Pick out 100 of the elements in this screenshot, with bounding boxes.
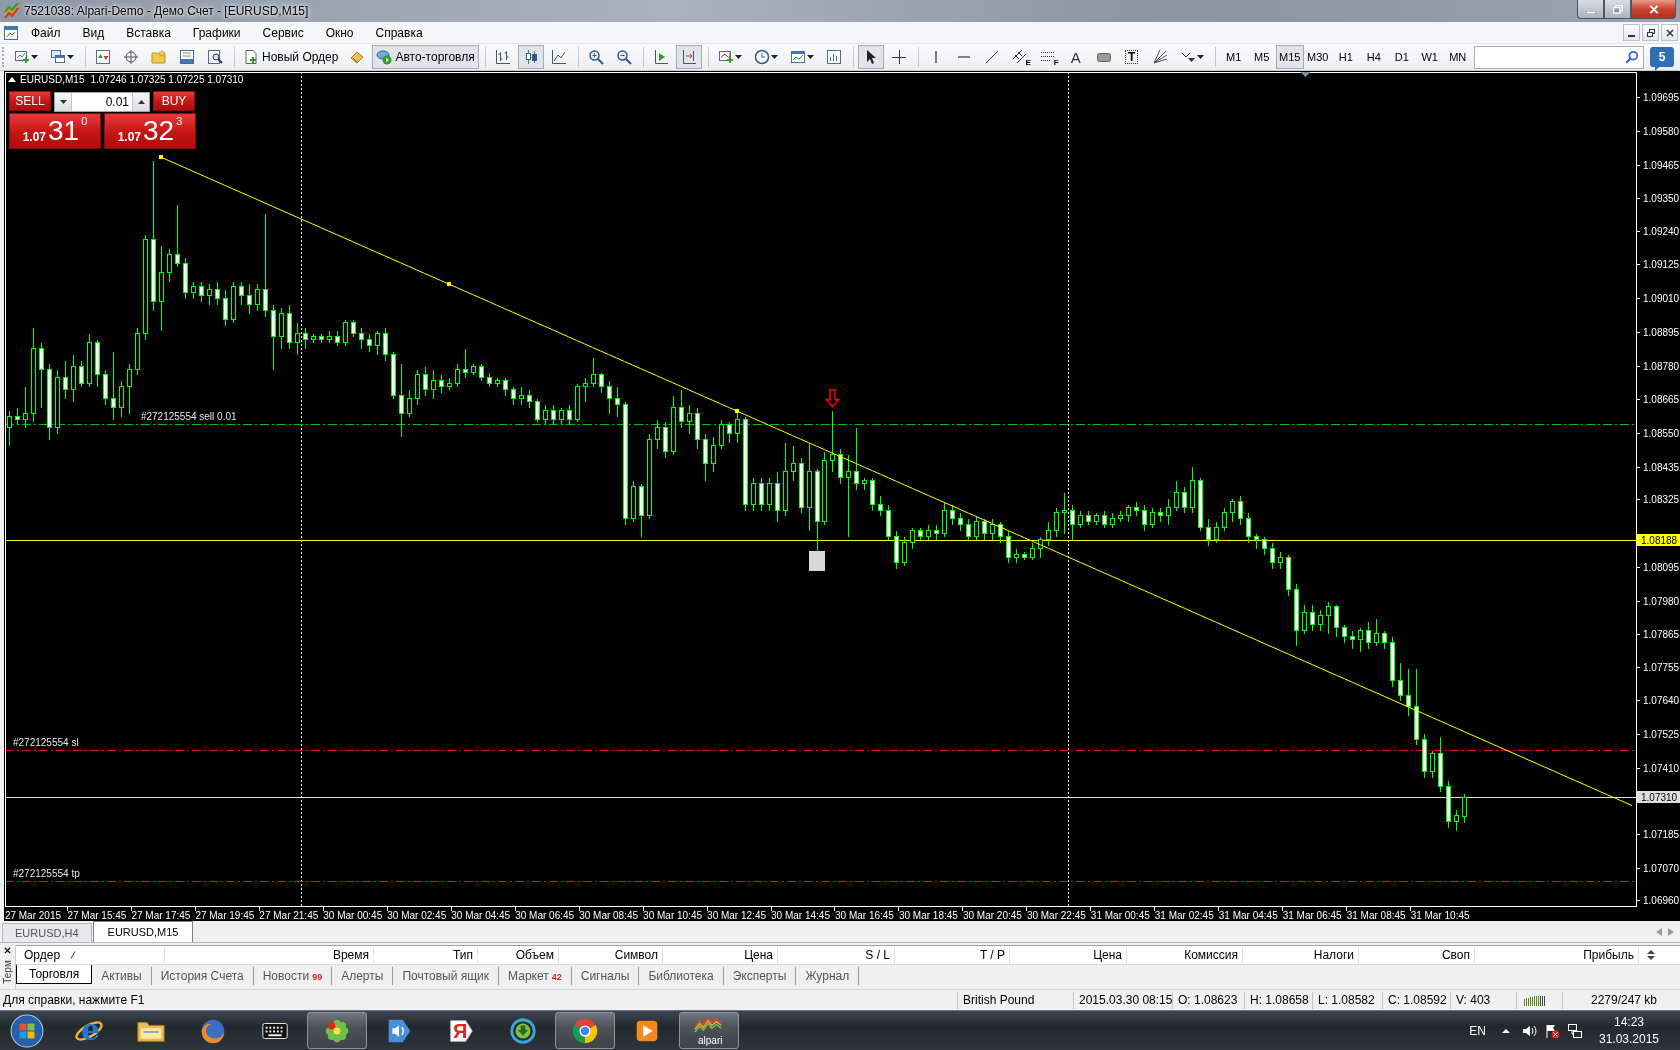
menu-item[interactable]: Графики [184, 23, 249, 42]
decrease-button[interactable] [55, 93, 72, 111]
language-indicator[interactable]: EN [1469, 1023, 1486, 1038]
menu-item[interactable]: Вид [74, 23, 113, 42]
terminal-tab[interactable]: Торговля [16, 965, 93, 984]
menu-item[interactable]: Файл [23, 23, 69, 42]
candle [55, 369, 60, 434]
menu-item[interactable]: Окно [317, 23, 362, 42]
timeframe-button[interactable]: D1 [1387, 45, 1416, 69]
menu-item[interactable]: Сервис [254, 23, 312, 42]
text-label-button[interactable]: T [1118, 45, 1145, 69]
column-header[interactable]: Комиссия [1127, 946, 1243, 964]
anchor-handle[interactable] [159, 155, 163, 159]
terminal-tab[interactable]: Алерты [332, 967, 394, 985]
anchor-handle[interactable] [735, 409, 739, 413]
chart-window-icon[interactable] [3, 24, 19, 41]
taskbar-button[interactable]: alpari [679, 1012, 739, 1049]
order-line[interactable] [4, 424, 1637, 425]
column-header[interactable]: Объем [478, 946, 559, 964]
candle [1030, 542, 1035, 560]
candle [383, 327, 388, 361]
terminal-tab[interactable]: Эксперты [723, 967, 797, 985]
timeframe-button[interactable]: M5 [1247, 45, 1276, 69]
price-axis-label: 1.09240 [1643, 225, 1680, 237]
channel-button[interactable]: E [1006, 45, 1033, 69]
taskbar-button[interactable] [555, 1012, 615, 1049]
search-icon[interactable] [1625, 50, 1639, 64]
network-icon[interactable] [1567, 1022, 1583, 1039]
candle [487, 372, 492, 387]
candle [799, 457, 804, 513]
candle [39, 342, 44, 408]
candle [735, 410, 740, 443]
close-icon[interactable] [4, 947, 11, 954]
column-header[interactable]: Символ [559, 946, 663, 964]
lot-spinner[interactable]: 0.01 [54, 92, 150, 112]
column-header[interactable]: T / P [895, 946, 1010, 964]
timeframe-button[interactable]: H4 [1359, 45, 1388, 69]
minimize-button[interactable] [1577, 0, 1604, 19]
menu-item[interactable]: Вставка [118, 23, 179, 42]
clock-time[interactable]: 14:23 [1614, 1015, 1644, 1029]
column-header[interactable]: Время [165, 946, 374, 964]
child-restore-button[interactable] [1642, 24, 1659, 41]
zigzag-logo-icon [694, 1016, 724, 1033]
column-header[interactable]: Ордер [16, 946, 165, 964]
terminal-tab[interactable]: Журнал [796, 967, 860, 985]
search-field[interactable] [1474, 45, 1644, 69]
taskbar-button[interactable]: Я [431, 1012, 491, 1049]
terminal-tab[interactable]: Активы [92, 967, 152, 985]
help-text: Для справки, нажмите F1 [2, 993, 146, 1007]
text-button[interactable]: A [1062, 45, 1089, 69]
menu-item[interactable]: Справка [367, 23, 431, 42]
clock-date[interactable]: 31.03.2015 [1598, 1032, 1660, 1046]
chart-shift-button[interactable] [675, 45, 702, 69]
scroll-arrows-icon[interactable] [1647, 949, 1655, 961]
timeframe-button[interactable]: W1 [1415, 45, 1444, 69]
terminal-tab[interactable]: Почтовый ящик [393, 967, 500, 985]
candle [551, 404, 556, 425]
timeframe-button[interactable]: MN [1443, 45, 1472, 69]
chart-tab[interactable]: EURUSD,M15 [92, 921, 194, 942]
timeframe-button[interactable]: M1 [1219, 45, 1248, 69]
chart-tab[interactable]: EURUSD,H4 [2, 923, 92, 942]
anchor-handle[interactable] [447, 282, 451, 286]
status-field: 2015.03.30 08:15 [1073, 991, 1172, 1009]
timeframe-button[interactable]: M30 [1303, 45, 1332, 69]
child-close-button[interactable] [1661, 24, 1678, 41]
terminal-tab[interactable]: История Счета [151, 967, 254, 985]
time-axis-label: 31 Mar 00:45 [1090, 910, 1150, 921]
candlestick-chart-button[interactable] [517, 45, 544, 69]
triangle-marker-icon[interactable] [1301, 72, 1310, 77]
new-order-button[interactable]: Новый Ордер [239, 45, 343, 69]
candle [1342, 624, 1347, 643]
column-header[interactable]: Цена [663, 946, 778, 964]
timeframe-button[interactable]: M15 [1275, 45, 1304, 69]
column-header[interactable]: Тип [374, 946, 478, 964]
column-header[interactable]: Прибыль [1475, 946, 1639, 964]
fibonacci-button[interactable]: F [1034, 45, 1061, 69]
sell-button[interactable]: SELL [9, 91, 51, 111]
child-minimize-button[interactable] [1623, 24, 1640, 41]
column-header[interactable]: Своп [1359, 946, 1475, 964]
candle [95, 339, 100, 387]
candle [1118, 510, 1123, 522]
triangle-icon[interactable] [8, 77, 16, 82]
rectangle-marker-icon[interactable] [809, 551, 825, 571]
candle [1350, 630, 1355, 649]
column-header[interactable]: S / L [778, 946, 895, 964]
terminal-tab[interactable]: Маркет 42 [499, 967, 572, 985]
close-button[interactable] [1631, 0, 1676, 19]
auto-trading-button[interactable]: Авто-торговля [372, 45, 479, 69]
flag-icon[interactable] [1544, 1022, 1560, 1039]
column-header[interactable]: Цена [1010, 946, 1127, 964]
down-arrow-icon[interactable] [824, 389, 841, 408]
terminal-tab[interactable]: Библиотека [639, 967, 724, 985]
timeframe-button[interactable]: H1 [1331, 45, 1360, 69]
cursor-button[interactable] [857, 45, 884, 69]
increase-button[interactable] [132, 93, 149, 111]
terminal-tab[interactable]: Новости 99 [253, 967, 333, 985]
buy-button[interactable]: BUY [153, 91, 195, 111]
terminal-tab[interactable]: Сигналы [571, 967, 640, 985]
restore-button[interactable] [1604, 0, 1631, 19]
column-header[interactable]: Налоги [1243, 946, 1359, 964]
